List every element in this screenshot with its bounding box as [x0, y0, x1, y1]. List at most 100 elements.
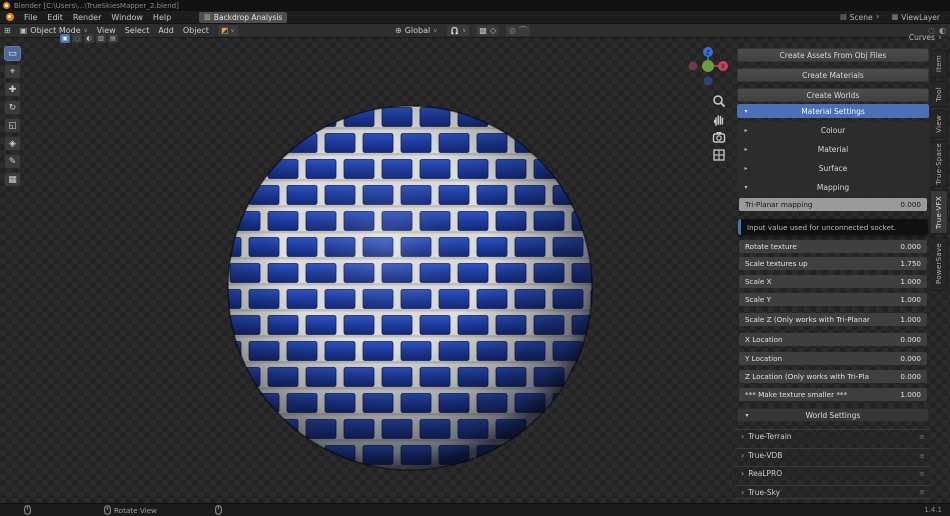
rotate-tool-icon[interactable]: ↻	[4, 100, 21, 115]
zoom-icon[interactable]	[712, 94, 726, 108]
material-settings-header[interactable]: ▾ Material Settings	[737, 104, 929, 118]
field-z-location[interactable]: Z Location (Only works with Tri-Pla 0.00…	[739, 370, 927, 383]
field-y-location[interactable]: Y Location 0.000	[739, 352, 927, 365]
menu-object[interactable]: Object	[183, 26, 209, 35]
field-value: 1.000	[900, 277, 921, 286]
tab-item[interactable]: Item	[931, 50, 948, 78]
blender-menu-icon[interactable]	[6, 13, 14, 21]
panel-label: True-Sky	[748, 488, 780, 497]
subpanel-material[interactable]: ▸ Material	[737, 140, 929, 159]
curves-dropdown-label: Curves	[909, 33, 935, 42]
overlay-toggle-active[interactable]: ▣	[60, 34, 70, 43]
field-x-location[interactable]: X Location 0.000	[739, 333, 927, 346]
axis-y-ball[interactable]	[702, 60, 714, 72]
svg-text:Z: Z	[706, 49, 710, 56]
viewlayer-name: ViewLayer	[901, 13, 940, 22]
field-make-texture-smaller[interactable]: *** Make texture smaller *** 1.000	[739, 388, 927, 401]
field-value: 0.000	[900, 372, 921, 381]
field-rotate-texture[interactable]: Rotate texture 0.000	[739, 240, 927, 253]
world-settings-header[interactable]: ▾ World Settings	[737, 408, 929, 422]
tab-true-vfx-label: True-VFX	[935, 196, 943, 229]
viewlayer-icon: ▦	[892, 13, 899, 21]
subpanel-surface[interactable]: ▸ Surface	[737, 159, 929, 178]
drag-handle-icon[interactable]: ≡	[919, 470, 925, 478]
annotate-tool-icon[interactable]: ✎	[4, 154, 21, 169]
menu-select[interactable]: Select	[125, 26, 150, 35]
snapping-toggle[interactable]: ∨	[447, 25, 469, 36]
field-scale-z[interactable]: Scale Z (Only works with Tri-Planar 1.00…	[739, 313, 927, 326]
collapse-chevron-icon: ›	[741, 469, 744, 478]
woven-sphere-object[interactable]	[226, 104, 594, 472]
tab-tool[interactable]: Tool	[931, 81, 948, 107]
transform-tool-icon[interactable]: ◈	[4, 136, 21, 151]
overlay-toggle-5[interactable]: ▤	[108, 34, 118, 43]
navigation-gizmo[interactable]: Z X	[686, 44, 730, 88]
field-triplanar-mapping[interactable]: Tri-Planar mapping 0.000	[739, 198, 927, 211]
menu-add[interactable]: Add	[158, 26, 174, 35]
subpanel-colour[interactable]: ▸ Colour	[737, 121, 929, 140]
create-materials-button[interactable]: Create Materials	[737, 68, 929, 82]
move-tool-icon[interactable]: ✚	[4, 82, 21, 97]
subpanel-colour-label: Colour	[755, 126, 929, 135]
axis-x-negative-ball[interactable]	[689, 62, 698, 71]
overlay-toggle-cluster: ▣ ◌ ◐ ▥ ▤	[60, 34, 118, 43]
drag-handle-icon[interactable]: ≡	[919, 488, 925, 496]
menu-render[interactable]: Render	[73, 13, 101, 22]
create-worlds-button[interactable]: Create Worlds	[737, 88, 929, 102]
mouse-left-icon	[24, 505, 31, 515]
camera-view-icon[interactable]	[712, 130, 726, 144]
panel-true-vdb[interactable]: › True-VDB ≡	[735, 448, 931, 462]
cursor-tool-icon[interactable]: ⌖	[4, 64, 21, 79]
snap-target-group[interactable]: ▩ ◇	[476, 25, 499, 36]
ortho-toggle-icon[interactable]	[712, 148, 726, 162]
create-assets-button[interactable]: Create Assets From Obj Files	[737, 48, 929, 62]
scale-tool-icon[interactable]: ◱	[4, 118, 21, 133]
pan-hand-icon[interactable]	[712, 112, 726, 126]
select-box-tool-icon[interactable]: ▭	[4, 46, 21, 61]
panel-realpro[interactable]: › ReaLPRO ≡	[735, 466, 931, 480]
menu-window[interactable]: Window	[111, 13, 143, 22]
tab-true-vfx[interactable]: True-VFX	[931, 190, 948, 234]
orientation-dropdown[interactable]: ⊕ Global ∨	[392, 25, 440, 36]
field-scale-x[interactable]: Scale X 1.000	[739, 275, 927, 288]
panel-expand-icon: ▾	[737, 108, 755, 115]
add-cube-tool-icon[interactable]: ▦	[4, 172, 21, 187]
drag-handle-icon[interactable]: ≡	[919, 452, 925, 460]
snap-vertex-icon: ◇	[490, 26, 496, 35]
panel-label: ReaLPRO	[748, 469, 782, 478]
viewlayer-selector[interactable]: ▦ ViewLayer	[892, 13, 940, 22]
overlay-toggle-2[interactable]: ◌	[72, 34, 82, 43]
workspace-tab[interactable]: ▥ Backdrop Analysis	[199, 12, 287, 23]
proportional-editing-group[interactable]: ◎ ⌒	[506, 25, 530, 36]
tab-true-space[interactable]: True-Space	[931, 141, 948, 187]
drag-handle-icon[interactable]: ≡	[919, 433, 925, 441]
field-label: Z Location (Only works with Tri-Pla	[745, 372, 869, 381]
panel-true-terrain[interactable]: › True-Terrain ≡	[735, 429, 931, 443]
overlay-toggle-3[interactable]: ◐	[84, 34, 94, 43]
viewport-header: ⊞ ▣ Object Mode ∨ View Select Add Object…	[0, 24, 950, 38]
menu-edit[interactable]: Edit	[47, 13, 63, 22]
chevron-down-icon: ∨	[433, 28, 437, 34]
overlay-toggle-4[interactable]: ▥	[96, 34, 106, 43]
menu-help[interactable]: Help	[153, 13, 171, 22]
blender-logo-icon	[3, 2, 10, 9]
curves-dropdown[interactable]: Curves ∨	[870, 33, 942, 42]
panel-true-sky[interactable]: › True-Sky ≡	[735, 485, 931, 499]
field-value: 1.000	[900, 295, 921, 304]
field-value: 1.000	[900, 390, 921, 399]
active-tool-dropdown[interactable]: ◩ ∨	[218, 25, 238, 36]
subpanel-mapping[interactable]: ▾ Mapping	[737, 178, 929, 197]
editor-type-icon[interactable]: ⊞	[4, 26, 11, 35]
tab-view[interactable]: View	[931, 110, 948, 138]
field-scale-y[interactable]: Scale Y 1.000	[739, 293, 927, 306]
scene-selector[interactable]: ▤ Scene ∨	[840, 13, 880, 22]
field-scale-textures-up[interactable]: Scale textures up 1.750	[739, 257, 927, 270]
create-materials-label: Create Materials	[802, 71, 864, 80]
tab-powersave[interactable]: PowerSave	[931, 237, 948, 291]
menu-file[interactable]: File	[24, 13, 37, 22]
axis-z-negative-ball[interactable]	[704, 77, 713, 86]
proportional-editing-icon: ◎	[509, 26, 516, 35]
object-mode-icon: ▣	[20, 26, 28, 35]
field-label: *** Make texture smaller ***	[745, 390, 847, 399]
statusbar-version: 1.4.1	[924, 506, 942, 514]
